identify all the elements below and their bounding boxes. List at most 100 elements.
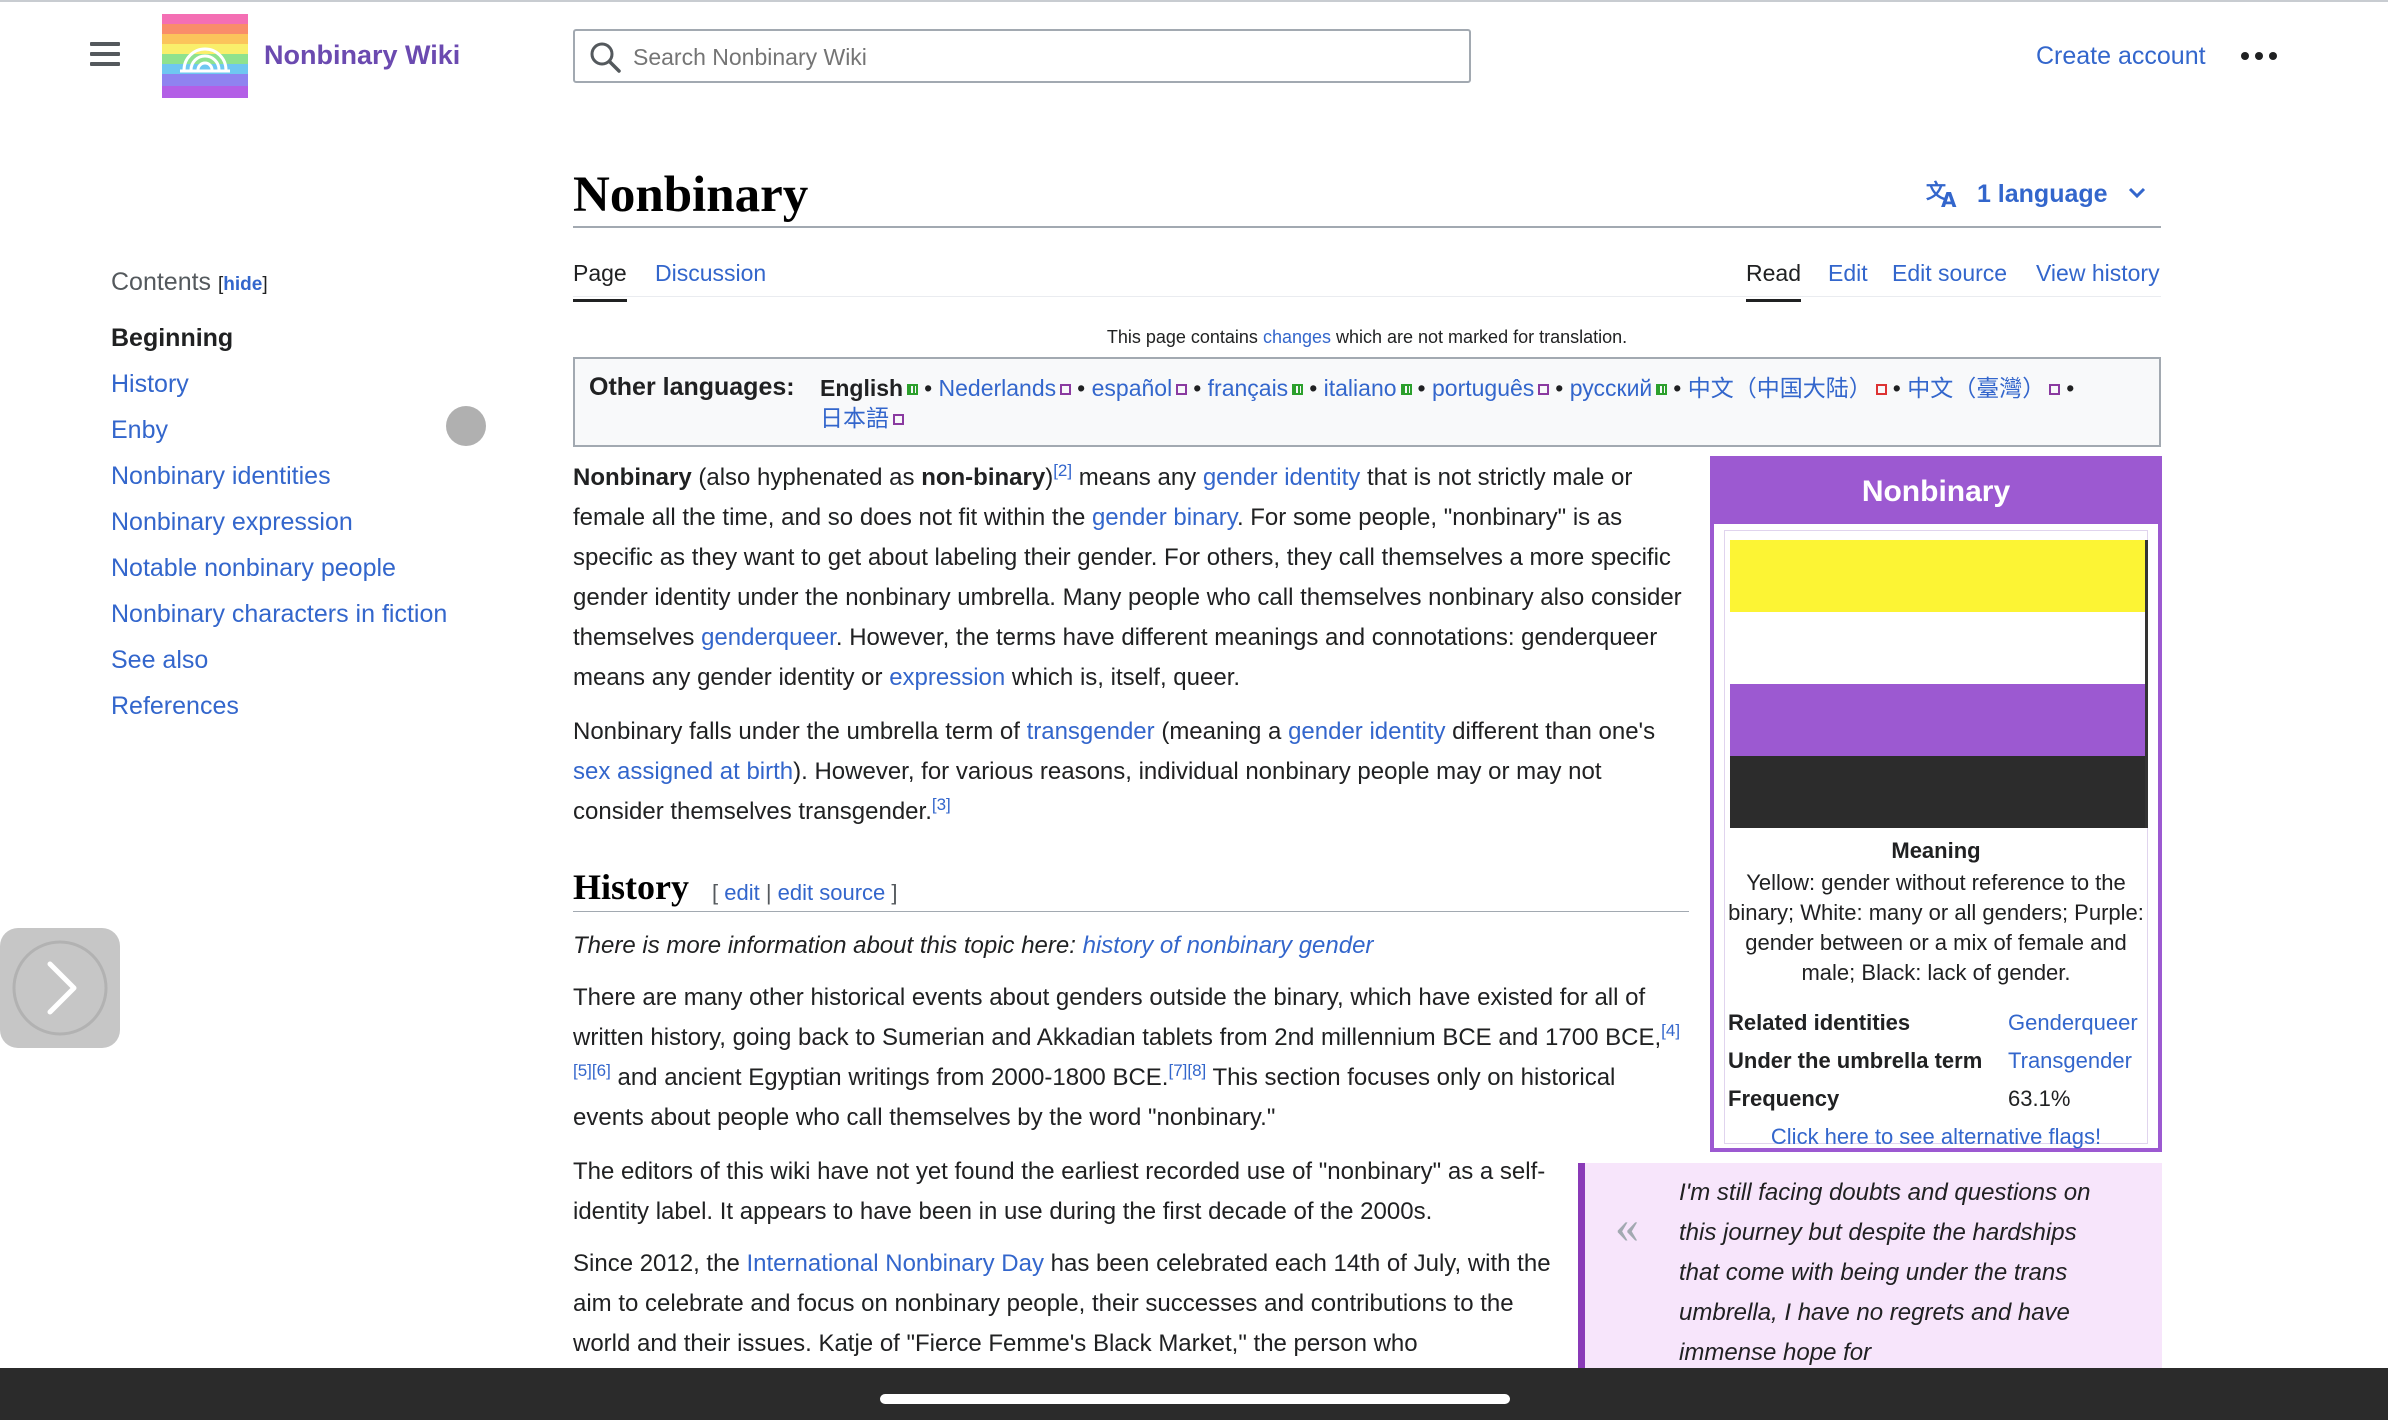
gender-binary-link[interactable]: gender binary — [1092, 504, 1237, 531]
toc-hide-label[interactable]: hide — [223, 274, 262, 295]
section-edit-link[interactable]: edit — [724, 880, 759, 905]
nonbinary-flag-image[interactable] — [1730, 540, 2148, 828]
language-espanol[interactable]: español — [1092, 375, 1173, 401]
translation-status-icon — [2049, 384, 2061, 396]
more-options-button[interactable] — [2240, 46, 2278, 66]
term-bold: Nonbinary — [573, 464, 692, 491]
tab-edit[interactable]: Edit — [1828, 260, 1868, 299]
toc-item-nonbinary-identities[interactable]: Nonbinary identities — [111, 462, 331, 491]
search-input[interactable] — [633, 41, 1433, 73]
translation-status-icon — [1060, 384, 1072, 396]
reference-link[interactable]: [2] — [1053, 461, 1072, 480]
language-nederlands[interactable]: Nederlands — [939, 375, 1057, 401]
toc-item-nonbinary-expression[interactable]: Nonbinary expression — [111, 508, 353, 537]
toc-item-references[interactable]: References — [111, 692, 239, 721]
site-name[interactable]: Nonbinary Wiki — [264, 40, 460, 71]
quote-box: « I'm still facing doubts and questions … — [1578, 1163, 2162, 1373]
language-francais[interactable]: français — [1208, 375, 1289, 401]
ellipsis-icon — [2241, 52, 2277, 60]
language-italiano[interactable]: italiano — [1324, 375, 1397, 401]
language-chinese-taiwan[interactable]: 中文（臺灣） — [1907, 375, 2045, 401]
tab-edit-source[interactable]: Edit source — [1892, 260, 2007, 299]
hatnote: There is more information about this top… — [573, 926, 1689, 966]
term-bold: non-binary — [921, 464, 1046, 491]
section-edit-source-link[interactable]: edit source — [778, 880, 886, 905]
edit-separator: | — [759, 880, 778, 905]
genderqueer-link[interactable]: genderqueer — [701, 624, 836, 651]
toc-item-enby[interactable]: Enby — [111, 416, 168, 445]
toc-item-beginning[interactable]: Beginning — [111, 324, 233, 353]
search-icon — [590, 42, 621, 73]
sex-assigned-at-birth-link[interactable]: sex assigned at birth — [573, 758, 793, 785]
expression-link[interactable]: expression — [889, 664, 1005, 691]
transgender-link[interactable]: transgender — [1027, 718, 1155, 745]
quote-mark-icon: « — [1615, 1200, 1639, 1253]
alternative-flags-link[interactable]: Click here to see alternative flags! — [1714, 1124, 2158, 1150]
paragraph-text: Since 2012, the — [573, 1250, 747, 1277]
flag-stripe-yellow — [1730, 540, 2145, 612]
gender-identity-link[interactable]: gender identity — [1288, 718, 1445, 745]
language-english: English — [820, 375, 904, 401]
create-account-link[interactable]: Create account — [2036, 42, 2206, 71]
toc-item-see-also[interactable]: See also — [111, 646, 208, 675]
language-japanese[interactable]: 日本語 — [820, 405, 889, 431]
toc-item-notable-nonbinary-people[interactable]: Notable nonbinary people — [111, 554, 396, 583]
toc-title: Contents [hide] — [111, 268, 268, 297]
page-title: Nonbinary — [573, 167, 809, 223]
infobox-row-frequency: Frequency 63.1% — [1728, 1086, 2070, 1112]
language-button-label: 1 language — [1976, 180, 2108, 208]
history-heading: History — [573, 867, 689, 907]
flag-stripe-black — [1730, 756, 2145, 828]
gender-identity-link[interactable]: gender identity — [1203, 464, 1360, 491]
changes-link[interactable]: changes — [1263, 327, 1331, 347]
toc-hide-toggle[interactable]: [hide] — [218, 274, 268, 295]
infobox-row-umbrella: Under the umbrella term Transgender — [1728, 1048, 2132, 1074]
home-indicator[interactable] — [880, 1394, 1510, 1404]
main-menu-button[interactable] — [86, 38, 124, 70]
title-divider — [573, 226, 2161, 228]
frequency-value: 63.1% — [2008, 1086, 2071, 1111]
reference-link[interactable]: [7][8] — [1168, 1061, 1206, 1080]
toc-item-history[interactable]: History — [111, 370, 189, 399]
reference-link[interactable]: [3] — [932, 795, 951, 814]
language-russian[interactable]: русский — [1570, 375, 1653, 401]
tab-discussion[interactable]: Discussion — [655, 260, 766, 299]
language-list: English • Nederlands • español • français • … — [820, 375, 2075, 431]
translation-status-icon — [1538, 384, 1550, 396]
toc-hide-bracket: ] — [262, 274, 268, 295]
paragraph-text: (also hyphenated as — [691, 464, 922, 491]
history-paragraph-1: There are many other historical events a… — [573, 978, 1689, 1138]
svg-text:A: A — [1941, 188, 1957, 208]
flag-stripe-purple — [1730, 684, 2145, 756]
language-chinese-mainland[interactable]: 中文（中国大陆） — [1688, 375, 1872, 401]
edit-bracket: ] — [885, 880, 898, 905]
language-button[interactable]: 文 A 1 language — [1926, 178, 2147, 212]
toc-title-text: Contents — [111, 268, 212, 296]
translation-status-icon — [1875, 384, 1887, 396]
paragraph-text: There are many other historical events a… — [573, 984, 1662, 1051]
chevron-down-icon — [2128, 187, 2145, 199]
history-paragraph-3: Since 2012, the International Nonbinary … — [573, 1244, 1563, 1368]
paragraph-text: and ancient Egyptian writings from 2000-… — [610, 1064, 1169, 1091]
language-portugues[interactable]: português — [1432, 375, 1534, 401]
international-nonbinary-day-link[interactable]: International Nonbinary Day — [746, 1250, 1044, 1277]
translate-icon: 文 A — [1926, 179, 1957, 212]
transgender-link[interactable]: Transgender — [2008, 1048, 2132, 1073]
infobox-key: Related identities — [1728, 1010, 1911, 1035]
infobox-title: Nonbinary — [1714, 460, 2158, 524]
menu-icon-bar — [90, 42, 120, 46]
search-box[interactable] — [573, 29, 1471, 83]
translation-status-icon — [893, 414, 904, 426]
site-logo[interactable] — [162, 14, 248, 98]
infobox-row-related: Related identities Genderqueer — [1728, 1010, 2138, 1036]
expand-sidebar-button[interactable] — [0, 928, 120, 1048]
other-languages-box: Other languages: English • Nederlands • es… — [573, 357, 2161, 447]
genderqueer-link[interactable]: Genderqueer — [2008, 1010, 2138, 1035]
history-paragraph-2: The editors of this wiki have not yet fo… — [573, 1158, 1546, 1225]
intro-paragraph-1: Nonbinary (also hyphenated as non-binary… — [573, 458, 1689, 698]
paragraph-text: (meaning a — [1154, 718, 1289, 745]
history-of-nonbinary-gender-link[interactable]: history of nonbinary gender — [1083, 932, 1374, 959]
toc-item-nonbinary-characters[interactable]: Nonbinary characters in fiction — [111, 600, 447, 629]
tab-view-history[interactable]: View history — [2036, 260, 2160, 299]
translation-notice: This page contains changes which are not… — [573, 327, 2161, 348]
